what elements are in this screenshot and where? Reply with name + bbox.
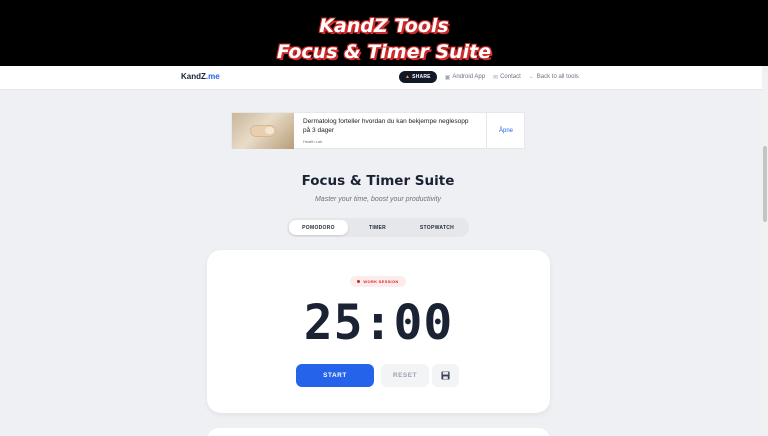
start-button[interactable]: START (296, 364, 374, 387)
share-button[interactable]: ▲ SHARE (399, 71, 437, 83)
ad-title[interactable]: Dermatolog forteller hvordan du kan bekj… (303, 118, 473, 135)
ad-source: Health Lab (303, 139, 323, 144)
android-app-link[interactable]: ▣ Android App (445, 74, 485, 81)
banner-tool-name: Focus & Timer Suite (276, 41, 492, 63)
session-dot-icon (357, 280, 361, 283)
timer-display: 25:00 (303, 295, 454, 351)
tab-timer[interactable]: TIMER (348, 220, 407, 235)
nav-links: ▲ SHARE ▣ Android App ✉ Contact ← Back t… (399, 71, 579, 83)
logo-main: KandZ (181, 72, 206, 81)
timer-card: WORK SESSION 25:00 START RESET (207, 250, 550, 413)
advertisement[interactable]: Dermatolog forteller hvordan du kan bekj… (231, 112, 525, 149)
navbar: KandZ.me ▲ SHARE ▣ Android App ✉ Contact… (0, 66, 762, 90)
ad-image-nail (265, 127, 274, 134)
scrollbar-thumb[interactable] (763, 146, 767, 222)
next-section-card (207, 428, 550, 436)
tab-stopwatch[interactable]: STOPWATCH (407, 220, 467, 235)
back-label: Back to all tools (536, 74, 579, 80)
logo-accent: .me (205, 72, 220, 81)
mode-tabs: POMODORO TIMER STOPWATCH (287, 218, 469, 237)
ad-image[interactable] (232, 113, 294, 149)
page-title: Focus & Timer Suite (301, 173, 455, 189)
share-icon: ▲ (405, 74, 411, 80)
save-icon (441, 371, 450, 380)
mail-icon: ✉ (493, 74, 499, 81)
session-label: WORK SESSION (363, 279, 399, 284)
back-to-tools-link[interactable]: ← Back to all tools (529, 74, 579, 80)
site-logo[interactable]: KandZ.me (181, 72, 220, 81)
android-label: Android App (452, 74, 486, 80)
share-label: SHARE (412, 74, 431, 80)
reset-button[interactable]: RESET (381, 364, 429, 387)
session-badge: WORK SESSION (350, 276, 406, 287)
page-subtitle: Master your time, boost your productivit… (314, 196, 442, 203)
page-scrollbar[interactable] (762, 66, 768, 436)
title-banner: KandZ Tools Focus & Timer Suite (0, 0, 768, 66)
ad-open-button[interactable]: Åpne (487, 113, 525, 149)
contact-label: Contact (500, 74, 521, 80)
save-button[interactable] (432, 364, 459, 387)
tab-pomodoro[interactable]: POMODORO (289, 220, 348, 235)
android-icon: ▣ (444, 74, 451, 81)
banner-brand: KandZ Tools (319, 15, 449, 37)
back-arrow-icon: ← (528, 74, 535, 80)
contact-link[interactable]: ✉ Contact (493, 74, 521, 81)
